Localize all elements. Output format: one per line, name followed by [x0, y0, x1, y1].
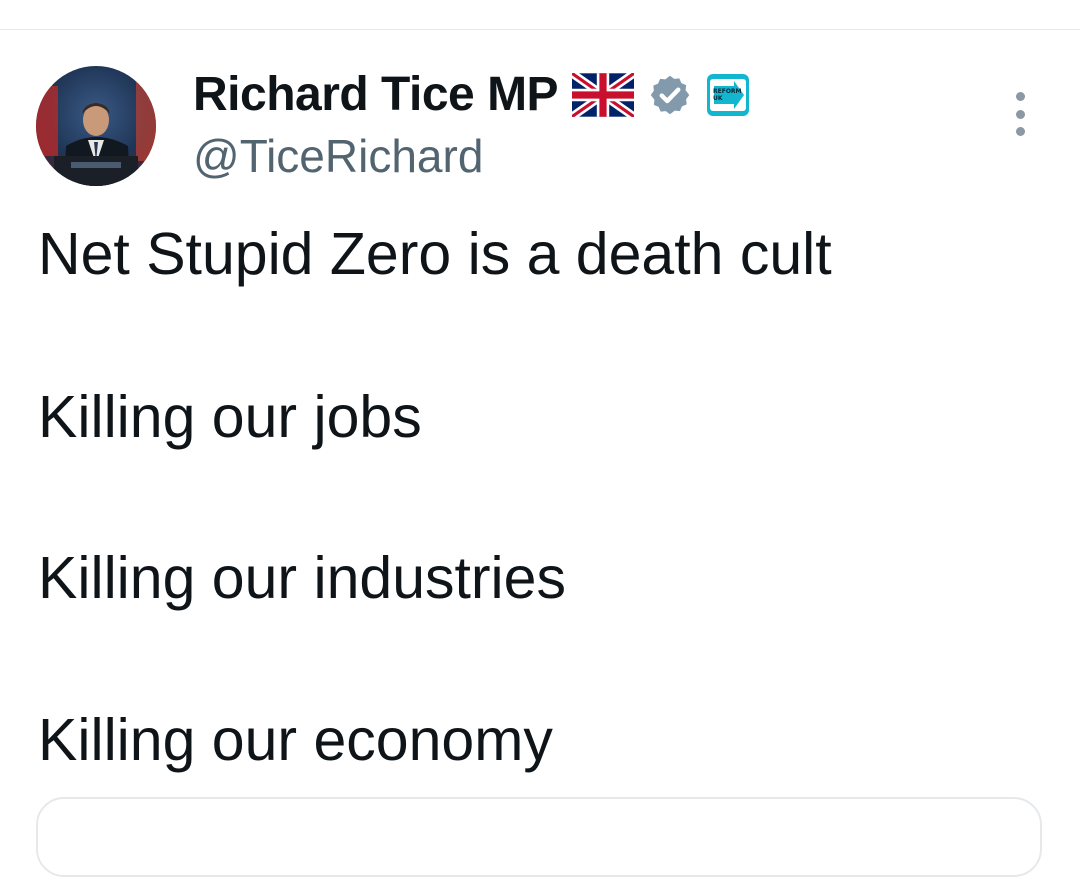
verified-badge-icon[interactable]	[648, 73, 692, 117]
avatar-image	[36, 66, 156, 186]
top-divider	[0, 29, 1080, 30]
reform-uk-logo-icon[interactable]: REFORM UK	[706, 73, 750, 117]
author-handle[interactable]: @TiceRichard	[193, 130, 483, 183]
tweet-text-line: Killing our industries	[38, 545, 566, 611]
quoted-tweet-card[interactable]	[36, 797, 1042, 877]
author-name-row: Richard Tice MP REFORM UK	[193, 64, 750, 126]
uk-flag-icon	[572, 73, 635, 117]
author-display-name[interactable]: Richard Tice MP	[193, 71, 559, 119]
svg-text:REFORM: REFORM	[713, 88, 742, 95]
more-options-dot	[1015, 127, 1025, 136]
tweet-text-line: Net Stupid Zero is a death cult	[38, 221, 832, 287]
avatar[interactable]	[36, 66, 156, 186]
svg-text:UK: UK	[713, 95, 723, 102]
more-options-dot	[1015, 92, 1025, 101]
more-options-button[interactable]	[1002, 92, 1038, 136]
tweet-text-line: Killing our jobs	[38, 384, 422, 450]
tweet-text-line: Killing our economy	[38, 707, 553, 773]
more-options-dot	[1015, 109, 1025, 119]
